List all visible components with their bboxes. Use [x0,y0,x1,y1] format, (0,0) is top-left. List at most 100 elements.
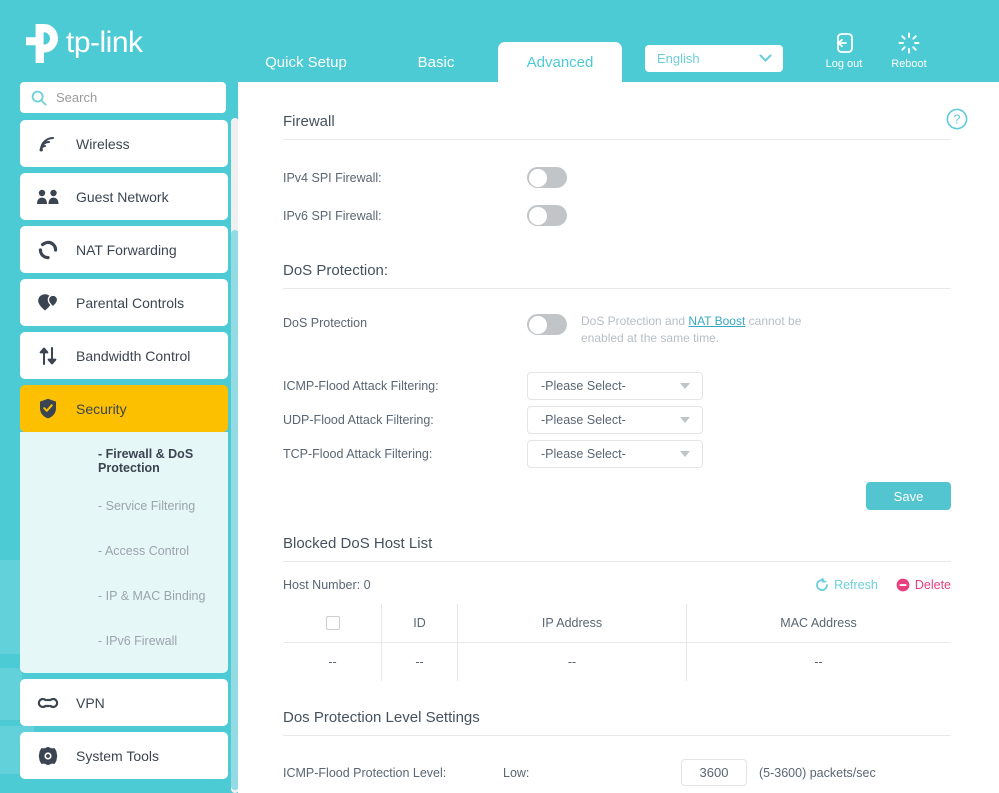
parental-controls-icon [20,293,76,312]
column-header-id: ID [381,604,458,643]
shield-icon [20,398,76,419]
column-header-ip-address: IP Address [457,604,687,643]
language-select[interactable]: English [645,45,783,72]
table-row: -- -- -- -- [284,642,950,681]
dos-level-settings-title: Dos Protection Level Settings [283,709,951,736]
dos-protection-toggle[interactable] [527,314,567,335]
tp-link-logo: tp-link [22,22,143,64]
refresh-icon [816,578,828,591]
dos-protection-row: DoS Protection DoS Protection and NAT Bo… [283,313,999,347]
blocked-host-list-title: Blocked DoS Host List [283,535,951,562]
save-button[interactable]: Save [866,482,951,510]
language-select-value: English [657,51,700,66]
sidebar-item-guest-network[interactable]: Guest Network [20,173,228,220]
icmp-flood-filter-value: -Please Select- [541,379,626,393]
select-all-header [284,604,382,643]
delete-button[interactable]: Delete [896,578,951,592]
level-input-low[interactable] [681,759,747,786]
level-unit-low: (5-3600) packets/sec [759,765,876,780]
system-tools-icon [20,746,76,766]
vpn-icon [20,695,76,711]
tab-basic[interactable]: Basic [374,42,498,84]
reboot-icon [879,30,939,56]
ipv4-spi-firewall-toggle[interactable] [527,167,567,188]
nat-forwarding-icon [20,240,76,260]
reboot-label: Reboot [891,58,927,70]
wireless-icon [20,135,76,153]
tab-quick-setup[interactable]: Quick Setup [238,42,374,84]
dos-protection-note: DoS Protection and NAT Boost cannot be e… [581,313,811,347]
decorative-block [0,668,22,720]
sidebar-item-label: NAT Forwarding [76,241,177,258]
tp-link-mark-icon [26,24,58,63]
ipv4-spi-firewall-label: IPv4 SPI Firewall: [283,170,382,185]
ipv6-spi-firewall-toggle[interactable] [527,205,567,226]
delete-icon [896,578,910,592]
delete-label: Delete [914,578,951,592]
logout-button[interactable]: Log out [814,30,874,70]
dos-protection-section-title: DoS Protection: [283,262,951,289]
sidebar-menu: Wireless Guest Network NAT Forwarding Pa… [20,120,228,785]
sidebar-item-wireless[interactable]: Wireless [20,120,228,167]
sidebar-subitem-service-filtering[interactable]: - Service Filtering [20,483,228,528]
sidebar-item-label: Parental Controls [76,294,185,311]
sidebar-item-bandwidth-control[interactable]: Bandwidth Control [20,332,228,379]
svg-text:?: ? [954,113,961,127]
sidebar-item-security[interactable]: Security [20,385,228,432]
icmp-flood-filter-label: ICMP-Flood Attack Filtering: [283,379,439,393]
cell-select: -- [284,642,382,681]
security-submenu: - Firewall & DoS Protection - Service Fi… [20,432,228,673]
column-header-mac-address: MAC Address [686,604,950,643]
tab-advanced[interactable]: Advanced [498,42,622,84]
firewall-section-title: Firewall [283,113,951,140]
ipv6-spi-firewall-row: IPv6 SPI Firewall: [283,205,999,226]
main-content: ? Firewall IPv4 SPI Firewall: IPv6 SPI F… [238,82,999,793]
search-icon [31,90,47,106]
ipv4-spi-firewall-row: IPv4 SPI Firewall: [283,167,999,188]
sidebar-item-label: Bandwidth Control [76,347,191,364]
sidebar-subitem-access-control[interactable]: - Access Control [20,528,228,573]
reboot-button[interactable]: Reboot [879,30,939,70]
icmp-flood-protection-level-label: ICMP-Flood Protection Level: [283,765,447,780]
sidebar-item-label: System Tools [76,747,159,764]
sidebar-item-label: Wireless [76,135,130,152]
tcp-flood-filter-value: -Please Select- [541,447,626,461]
top-header: tp-link Quick Setup Basic Advanced Engli… [0,0,999,84]
refresh-label: Refresh [834,578,878,592]
search-box[interactable] [20,82,226,113]
bandwidth-control-icon [20,346,76,366]
udp-flood-filter-value: -Please Select- [541,413,626,427]
tcp-flood-filter-select[interactable]: -Please Select- [527,440,703,468]
table-header-row: ID IP Address MAC Address [284,604,950,643]
guest-network-icon [20,189,76,205]
refresh-button[interactable]: Refresh [815,578,878,592]
cell-mac-address: -- [686,642,950,681]
logout-label: Log out [825,58,863,70]
udp-flood-filter-select[interactable]: -Please Select- [527,406,703,434]
chevron-down-icon [759,54,772,63]
select-all-checkbox[interactable] [325,616,340,631]
udp-flood-filter-label: UDP-Flood Attack Filtering: [283,413,434,427]
nat-boost-link[interactable]: NAT Boost [688,314,745,328]
chevron-down-icon [680,451,690,457]
help-icon[interactable]: ? [946,108,968,130]
chevron-down-icon [680,383,690,389]
blocked-host-table: ID IP Address MAC Address -- -- -- -- [283,603,951,682]
sidebar-subitem-ipv6-firewall[interactable]: - IPv6 Firewall [20,618,228,663]
ipv6-spi-firewall-label: IPv6 SPI Firewall: [283,208,382,223]
icmp-flood-filter-select[interactable]: -Please Select- [527,372,703,400]
sidebar-item-vpn[interactable]: VPN [20,679,228,726]
sidebar-item-nat-forwarding[interactable]: NAT Forwarding [20,226,228,273]
sidebar-subitem-ip-mac-binding[interactable]: - IP & MAC Binding [20,573,228,618]
sidebar-item-label: VPN [76,694,105,711]
dos-protection-label: DoS Protection [283,316,368,330]
sidebar-subitem-firewall-dos-protection[interactable]: - Firewall & DoS Protection [20,438,228,483]
sidebar-item-parental-controls[interactable]: Parental Controls [20,279,228,326]
decorative-block [0,560,22,608]
sidebar-item-label: Security [76,400,127,417]
level-label-low: Low: [503,765,530,780]
search-input[interactable] [56,90,196,105]
icmp-flood-level-row-low: ICMP-Flood Protection Level: Low: (5-360… [283,759,999,786]
sidebar-item-system-tools[interactable]: System Tools [20,732,228,779]
cell-id: -- [381,642,458,681]
